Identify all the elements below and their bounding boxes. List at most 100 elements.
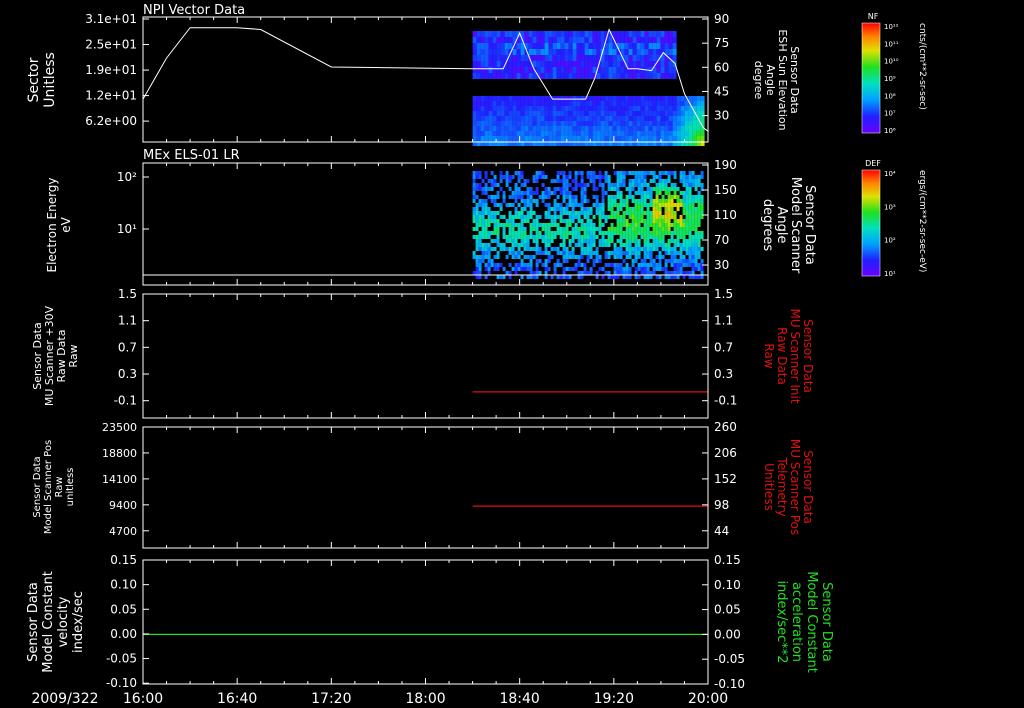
- heatmap-cell: [648, 96, 653, 101]
- heatmap-cell: [655, 235, 659, 239]
- heatmap-cell: [628, 239, 632, 243]
- heatmap-cell: [640, 37, 645, 43]
- heatmap-cell: [682, 247, 686, 251]
- heatmap-cell: [620, 136, 625, 141]
- heatmap-cell: [541, 239, 545, 243]
- heatmap-cell: [694, 239, 698, 243]
- heatmap-cell: [550, 247, 554, 251]
- heatmap-cell: [619, 271, 623, 275]
- heatmap-cell: [661, 235, 665, 239]
- heatmap-cell: [637, 251, 641, 255]
- heatmap-cell: [532, 223, 536, 227]
- heatmap-cell: [644, 31, 649, 37]
- heatmap-cell: [514, 231, 518, 235]
- heatmap-cell: [596, 96, 601, 101]
- heatmap-cell: [568, 191, 572, 195]
- heatmap-cell: [637, 219, 641, 223]
- heatmap-cell: [478, 175, 482, 179]
- left-tick-label: 9400: [109, 499, 137, 512]
- heatmap-cell: [511, 175, 515, 179]
- heatmap-cell: [664, 131, 669, 136]
- heatmap-cell: [600, 116, 605, 121]
- heatmap-cell: [624, 37, 629, 43]
- heatmap-cell: [532, 73, 537, 79]
- heatmap-cell: [520, 263, 524, 267]
- heatmap-cell: [692, 96, 697, 101]
- heatmap-cell: [580, 126, 585, 131]
- heatmap-cell: [580, 183, 584, 187]
- heatmap-cell: [541, 171, 545, 175]
- heatmap-cell: [648, 106, 653, 111]
- heatmap-cell: [612, 111, 617, 116]
- heatmap-cell: [694, 255, 698, 259]
- heatmap-cell: [652, 179, 656, 183]
- heatmap-cell: [572, 136, 577, 141]
- heatmap-cell: [676, 219, 680, 223]
- heatmap-cell: [564, 96, 569, 101]
- heatmap-cell: [576, 31, 581, 37]
- heatmap-cell: [649, 271, 653, 275]
- heatmap-cell: [484, 223, 488, 227]
- heatmap-cell: [688, 255, 692, 259]
- heatmap-cell: [607, 263, 611, 267]
- heatmap-cell: [694, 275, 698, 279]
- heatmap-cell: [559, 263, 563, 267]
- left-tick-label: 0.3: [118, 367, 137, 381]
- heatmap-cell: [640, 111, 645, 116]
- heatmap-cell: [640, 175, 644, 179]
- heatmap-cell: [628, 243, 632, 247]
- heatmap-cell: [565, 247, 569, 251]
- heatmap-cell: [661, 255, 665, 259]
- heatmap-cell: [655, 191, 659, 195]
- heatmap-cell: [559, 179, 563, 183]
- heatmap-cell: [548, 55, 553, 61]
- heatmap-cell: [529, 227, 533, 231]
- heatmap-cell: [664, 191, 668, 195]
- heatmap-cell: [631, 251, 635, 255]
- heatmap-cell: [649, 251, 653, 255]
- heatmap-cell: [484, 49, 489, 55]
- heatmap-cell: [565, 251, 569, 255]
- heatmap-cell: [512, 121, 517, 126]
- heatmap-cell: [544, 131, 549, 136]
- heatmap-cell: [661, 203, 665, 207]
- heatmap-cell: [484, 199, 488, 203]
- heatmap-cell: [480, 61, 485, 67]
- heatmap-cell: [631, 199, 635, 203]
- heatmap-cell: [637, 199, 641, 203]
- heatmap-cell: [694, 231, 698, 235]
- heatmap-cell: [652, 43, 657, 49]
- heatmap-cell: [586, 215, 590, 219]
- heatmap-cell: [625, 227, 629, 231]
- heatmap-cell: [584, 43, 589, 49]
- heatmap-cell: [628, 251, 632, 255]
- heatmap-cell: [655, 203, 659, 207]
- right-tick-label: 0.7: [714, 340, 733, 354]
- heatmap-cell: [613, 255, 617, 259]
- heatmap-cell: [600, 131, 605, 136]
- mu30v-ylabel-line4: Raw: [67, 344, 80, 367]
- heatmap-cell: [540, 31, 545, 37]
- heatmap-cell: [476, 55, 481, 61]
- heatmap-cell: [636, 126, 641, 131]
- heatmap-cell: [502, 275, 506, 279]
- heatmap-cell: [631, 227, 635, 231]
- heatmap-cell: [556, 227, 560, 231]
- left-tick-label: -0.10: [106, 676, 137, 690]
- heatmap-cell: [648, 31, 653, 37]
- heatmap-cell: [559, 251, 563, 255]
- heatmap-cell: [608, 61, 613, 67]
- heatmap-cell: [508, 31, 513, 37]
- heatmap-cell: [612, 31, 617, 37]
- heatmap-cell: [592, 263, 596, 267]
- heatmap-cell: [544, 175, 548, 179]
- heatmap-cell: [620, 73, 625, 79]
- heatmap-cell: [568, 231, 572, 235]
- heatmap-cell: [583, 223, 587, 227]
- heatmap-cell: [628, 126, 633, 131]
- heatmap-cell: [685, 227, 689, 231]
- heatmap-cell: [553, 235, 557, 239]
- heatmap-cell: [576, 131, 581, 136]
- heatmap-cell: [634, 207, 638, 211]
- heatmap-cell: [478, 275, 482, 279]
